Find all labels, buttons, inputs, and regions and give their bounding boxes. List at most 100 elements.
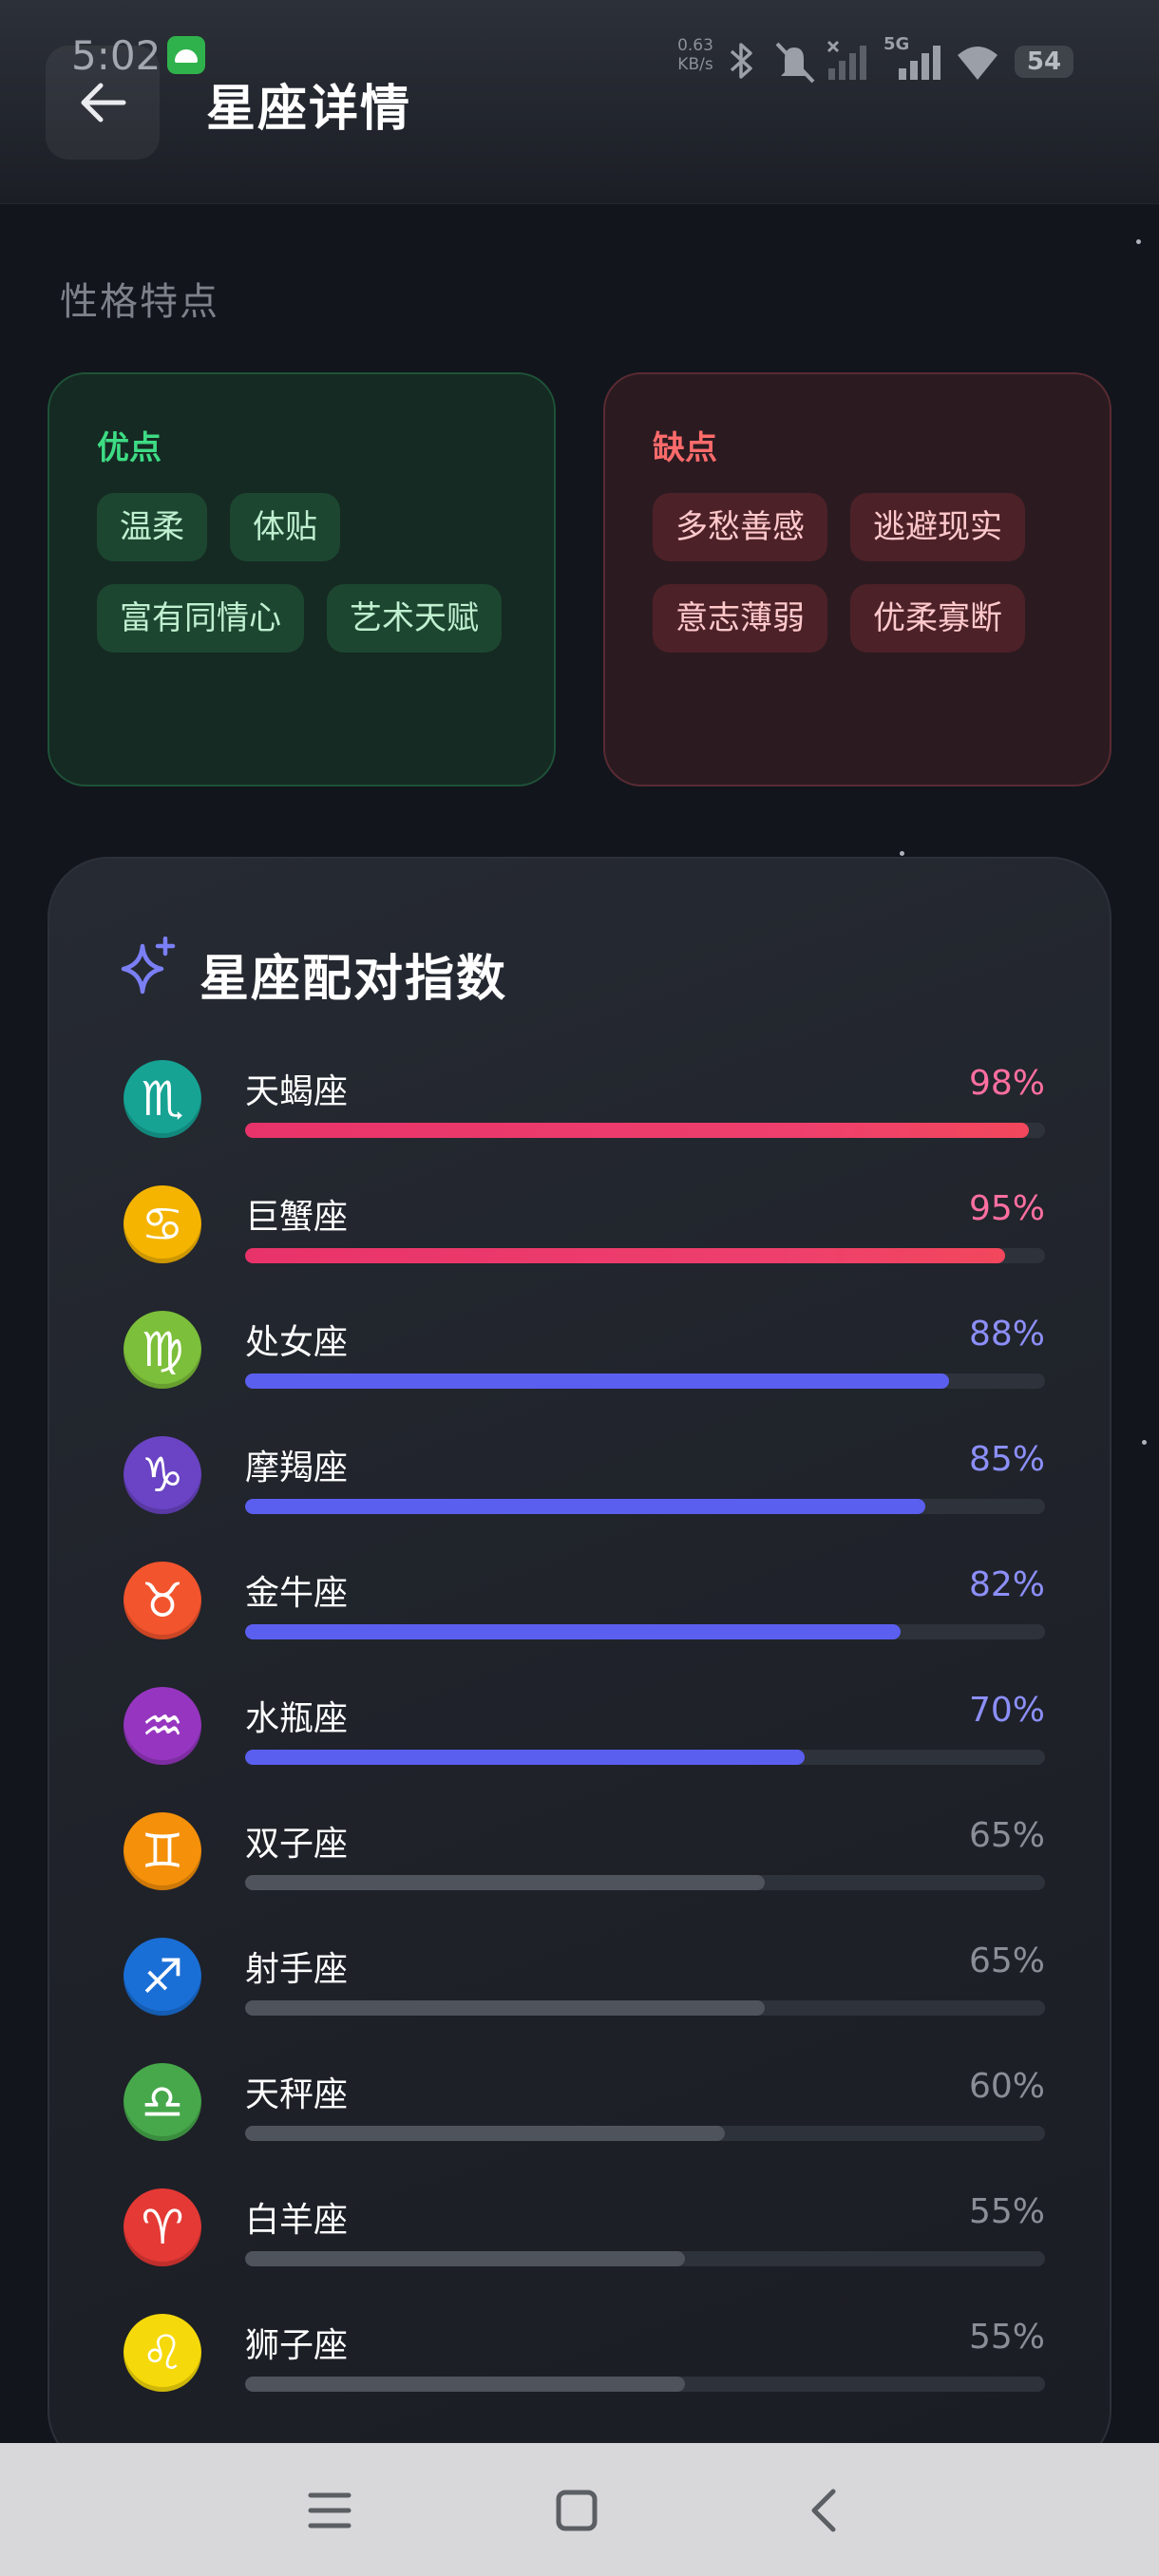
pros-label: 优点: [97, 429, 162, 467]
compatibility-row: ♑ 摩羯座 85%: [124, 1436, 1045, 1562]
sign-name: 金牛座: [245, 1574, 349, 1613]
decorative-star: [900, 851, 904, 856]
match-percent: 55%: [968, 2192, 1045, 2231]
network-speed-value: 0.63: [677, 36, 713, 55]
signal-strength-icon: [826, 40, 866, 80]
cons-card: 缺点 多愁善感 逃避现实 意志薄弱 优柔寡断: [603, 372, 1112, 786]
match-percent: 65%: [968, 1941, 1045, 1980]
compatibility-row: ♒ 水瓶座 70%: [124, 1687, 1045, 1812]
sagittarius-icon: ♐: [124, 1938, 201, 2016]
cons-tag: 意志薄弱: [653, 584, 827, 653]
libra-icon: ♎: [124, 2063, 201, 2141]
sign-name: 天秤座: [245, 2075, 349, 2114]
arrow-left-icon: [81, 83, 126, 123]
nav-home-button[interactable]: [543, 2477, 610, 2544]
match-progress-fill: [245, 2251, 686, 2266]
sign-name: 水瓶座: [245, 1699, 349, 1738]
network-speed-unit: KB/s: [677, 55, 713, 74]
match-progress-track: [245, 1750, 1045, 1765]
virgo-icon: ♍: [124, 1311, 201, 1389]
match-progress-track: [245, 2377, 1045, 2392]
match-progress-fill: [245, 2126, 726, 2141]
cons-tag-list: 多愁善感 逃避现实 意志薄弱 优柔寡断: [653, 493, 1066, 653]
menu-icon: [308, 2492, 352, 2529]
compatibility-row: ♊ 双子座 65%: [124, 1812, 1045, 1938]
compatibility-row: ♉ 金牛座 82%: [124, 1562, 1045, 1687]
capricorn-icon: ♑: [124, 1436, 201, 1514]
gemini-icon: ♊: [124, 1812, 201, 1890]
match-progress-fill: [245, 1373, 949, 1389]
back-button[interactable]: [46, 46, 160, 160]
back-icon: [811, 2489, 836, 2532]
compatibility-row: ♌ 狮子座 55%: [124, 2314, 1045, 2439]
pros-tag: 体贴: [230, 493, 340, 561]
top-app-bar: 5:02 0.63 KB/s 5G 54 星座详情: [0, 0, 1159, 204]
sparkle-icon: [121, 937, 176, 994]
status-icons: 0.63 KB/s 5G 54: [673, 32, 1091, 89]
sign-name: 巨蟹座: [245, 1198, 349, 1237]
nav-back-button[interactable]: [790, 2477, 857, 2544]
bluetooth-icon: [730, 43, 752, 79]
mute-icon: [775, 42, 815, 84]
compatibility-card: 星座配对指数 ♏ 天蝎座 98% ♋ 巨蟹座 95% ♍ 处女座 88% ♑ 摩羯座 85% ♉ 金牛座 8…: [48, 857, 1112, 2472]
match-progress-track: [245, 1624, 1045, 1639]
aries-icon: ♈: [124, 2188, 201, 2266]
decorative-star: [1136, 239, 1141, 244]
cons-tag: 逃避现实: [850, 493, 1025, 561]
compatibility-row: ♍ 处女座 88%: [124, 1311, 1045, 1436]
sign-name: 白羊座: [245, 2201, 349, 2240]
match-progress-track: [245, 1499, 1045, 1514]
sign-name: 双子座: [245, 1825, 349, 1864]
android-icon: [167, 36, 205, 74]
match-percent: 88%: [968, 1315, 1045, 1354]
nav-menu-button[interactable]: [296, 2477, 363, 2544]
compatibility-row: ♎ 天秤座 60%: [124, 2063, 1045, 2188]
match-progress-fill: [245, 2000, 766, 2016]
leo-icon: ♌: [124, 2314, 201, 2392]
match-progress-fill: [245, 1123, 1030, 1138]
match-percent: 60%: [968, 2067, 1045, 2106]
sign-name: 狮子座: [245, 2326, 349, 2365]
match-percent: 95%: [968, 1189, 1045, 1228]
match-percent: 55%: [968, 2318, 1045, 2357]
match-progress-fill: [245, 1875, 766, 1890]
status-bar: 5:02 0.63 KB/s 5G 54: [0, 27, 1159, 93]
wifi-icon: [958, 47, 998, 80]
aquarius-icon: ♒: [124, 1687, 201, 1765]
home-icon: [556, 2490, 598, 2531]
sign-name: 射手座: [245, 1950, 349, 1989]
section-title-personality: 性格特点: [60, 280, 219, 324]
match-progress-track: [245, 1875, 1045, 1890]
match-progress-fill: [245, 1624, 902, 1639]
match-progress-track: [245, 1123, 1045, 1138]
sign-name: 摩羯座: [245, 1449, 349, 1487]
sign-name: 处女座: [245, 1323, 349, 1362]
pros-card: 优点 温柔 体贴 富有同情心 艺术天赋: [48, 372, 556, 786]
compatibility-row: ♐ 射手座 65%: [124, 1938, 1045, 2063]
match-progress-track: [245, 2251, 1045, 2266]
match-percent: 70%: [968, 1691, 1045, 1730]
match-progress-track: [245, 1373, 1045, 1389]
compatibility-row: ♋ 巨蟹座 95%: [124, 1185, 1045, 1311]
taurus-icon: ♉: [124, 1562, 201, 1639]
pros-tag: 艺术天赋: [327, 584, 502, 653]
cons-label: 缺点: [653, 429, 717, 467]
signal-strength-icon: [899, 46, 940, 80]
match-percent: 85%: [968, 1440, 1045, 1479]
battery-indicator: 54: [1015, 46, 1074, 78]
page-title: 星座详情: [206, 81, 412, 138]
decorative-star: [1142, 1440, 1147, 1445]
cons-tag: 优柔寡断: [850, 584, 1025, 653]
match-percent: 65%: [968, 1816, 1045, 1855]
match-progress-track: [245, 1248, 1045, 1263]
match-progress-track: [245, 2000, 1045, 2016]
network-speed: 0.63 KB/s: [673, 36, 718, 74]
sign-name: 天蝎座: [245, 1072, 349, 1111]
compatibility-list: ♏ 天蝎座 98% ♋ 巨蟹座 95% ♍ 处女座 88% ♑ 摩羯座 85% ♉ 金牛座 82% ♒ 水瓶座 7…: [124, 1060, 1045, 2439]
scorpio-icon: ♏: [124, 1060, 201, 1138]
compatibility-row: ♈ 白羊座 55%: [124, 2188, 1045, 2314]
pros-tag-list: 温柔 体贴 富有同情心 艺术天赋: [97, 493, 510, 653]
match-progress-fill: [245, 2377, 686, 2392]
pros-tag: 温柔: [97, 493, 207, 561]
cons-tag: 多愁善感: [653, 493, 827, 561]
